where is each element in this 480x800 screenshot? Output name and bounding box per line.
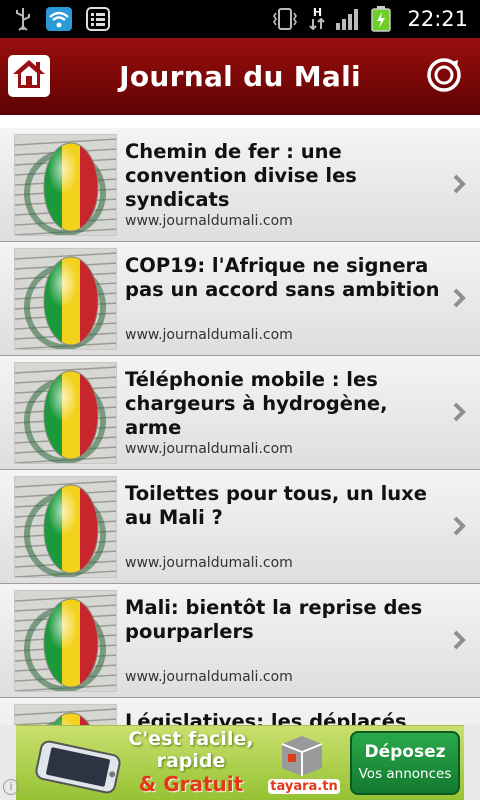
notification-list-icon xyxy=(86,7,110,31)
ad-brand: tayara.tn xyxy=(268,779,340,794)
article-row[interactable]: Législatives: les déplacés xyxy=(0,698,480,725)
article-row[interactable]: COP19: l'Afrique ne signera pas un accor… xyxy=(0,242,480,356)
data-arrows-icon: H xyxy=(309,6,326,30)
article-source: www.journaldumali.com xyxy=(125,555,293,571)
article-list[interactable]: Chemin de fer : une convention divise le… xyxy=(0,128,480,725)
wifi-icon xyxy=(46,7,72,31)
usb-icon xyxy=(14,7,32,31)
article-source: www.journaldumali.com xyxy=(125,213,293,229)
ad-line-1: C'est facile, xyxy=(128,728,254,750)
chevron-right-icon xyxy=(452,628,468,652)
article-row[interactable]: Chemin de fer : une convention divise le… xyxy=(0,128,480,242)
status-bar: H 22:21 xyxy=(0,0,480,38)
clock: 22:21 xyxy=(407,7,468,31)
article-thumbnail xyxy=(14,248,117,350)
phone-icon xyxy=(30,738,126,796)
post-ad-title: Déposez xyxy=(364,742,446,762)
vibrate-icon xyxy=(271,7,299,31)
chevron-right-icon xyxy=(452,400,468,424)
post-ad-button[interactable]: Déposez Vos annonces xyxy=(350,731,460,795)
signal-icon xyxy=(335,7,361,31)
article-source: www.journaldumali.com xyxy=(125,327,293,343)
article-title: Toilettes pour tous, un luxe au Mali ? xyxy=(125,482,427,529)
refresh-icon xyxy=(426,57,462,97)
article-source: www.journaldumali.com xyxy=(125,441,293,457)
page-title: Journal du Mali xyxy=(119,60,361,93)
ad-banner[interactable]: C'est facile, rapide & Gratuit tayara.tn… xyxy=(0,725,480,800)
article-thumbnail xyxy=(14,476,117,578)
article-title: Chemin de fer : une convention divise le… xyxy=(125,140,357,211)
article-source: www.journaldumali.com xyxy=(125,669,293,685)
ad-info-icon[interactable]: i xyxy=(3,779,19,795)
article-row[interactable]: Toilettes pour tous, un luxe au Mali ? w… xyxy=(0,470,480,584)
home-icon xyxy=(11,58,47,94)
article-title: Législatives: les déplacés xyxy=(125,710,407,725)
article-thumbnail xyxy=(14,704,117,725)
article-title: Téléphonie mobile : les chargeurs à hydr… xyxy=(125,368,388,439)
article-row[interactable]: Mali: bientôt la reprise des pourparlers… xyxy=(0,584,480,698)
article-thumbnail xyxy=(14,134,117,236)
ad-line-2: rapide xyxy=(156,750,226,772)
header-gap xyxy=(0,115,480,128)
home-button[interactable] xyxy=(8,55,50,97)
chevron-right-icon xyxy=(452,514,468,538)
article-row[interactable]: Téléphonie mobile : les chargeurs à hydr… xyxy=(0,356,480,470)
app-header: Journal du Mali xyxy=(0,38,480,115)
chevron-right-icon xyxy=(452,286,468,310)
ad-line-3: & Gratuit xyxy=(138,772,244,796)
battery-charging-icon xyxy=(371,6,392,32)
article-thumbnail xyxy=(14,362,117,464)
network-type-label: H xyxy=(312,6,323,19)
article-thumbnail xyxy=(14,590,117,692)
post-ad-subtitle: Vos annonces xyxy=(358,766,452,782)
chevron-right-icon xyxy=(452,172,468,196)
ad-content[interactable]: C'est facile, rapide & Gratuit tayara.tn… xyxy=(16,725,464,800)
box-icon xyxy=(272,732,332,778)
article-title: Mali: bientôt la reprise des pourparlers xyxy=(125,596,423,643)
article-title: COP19: l'Afrique ne signera pas un accor… xyxy=(125,254,440,301)
refresh-button[interactable] xyxy=(426,57,462,97)
